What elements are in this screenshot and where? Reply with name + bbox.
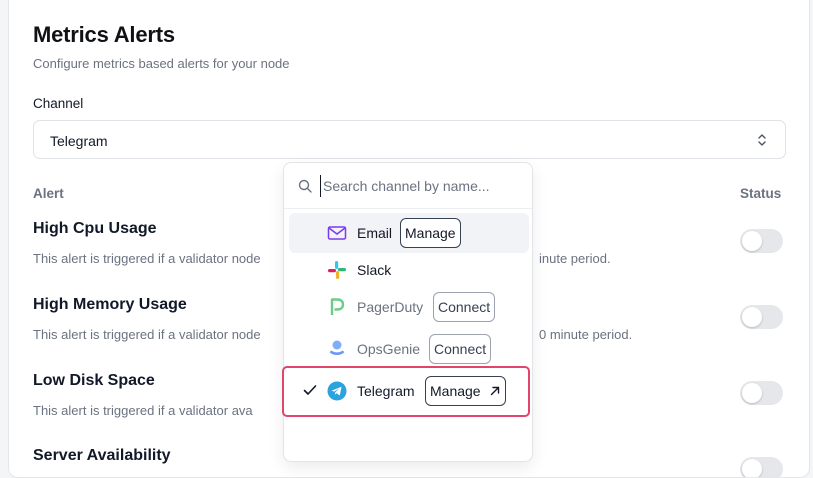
alert-title-availability: Server Availability	[33, 447, 171, 464]
channel-search-input[interactable]	[320, 175, 520, 197]
email-icon	[327, 226, 347, 240]
manage-telegram-label: Manage	[430, 383, 481, 399]
channel-label: Channel	[33, 96, 84, 111]
search-icon	[298, 179, 312, 193]
pagerduty-icon	[330, 298, 345, 315]
column-header-alert: Alert	[33, 186, 64, 201]
connect-opsgenie-button[interactable]: Connect	[429, 334, 492, 364]
alert-title-memory: High Memory Usage	[33, 296, 187, 313]
slack-icon	[328, 261, 346, 279]
manage-email-button[interactable]: Manage	[400, 218, 461, 248]
page-subtitle: Configure metrics based alerts for your …	[33, 56, 290, 71]
manage-telegram-button[interactable]: Manage	[425, 376, 507, 406]
option-label: Email	[357, 225, 393, 241]
connect-pagerduty-button[interactable]: Connect	[433, 292, 496, 322]
toggle-knob	[742, 459, 762, 477]
toggle-cpu[interactable]	[740, 229, 783, 253]
page-title: Metrics Alerts	[33, 22, 175, 47]
option-label: Telegram	[357, 383, 415, 399]
option-email[interactable]: Email Manage	[289, 213, 529, 253]
check-icon	[303, 385, 317, 395]
alert-title-disk: Low Disk Space	[33, 372, 155, 389]
toggle-disk[interactable]	[740, 381, 783, 405]
channel-dropdown: Email Manage Slack PagerDuty Connect Ops…	[283, 162, 533, 462]
column-header-status: Status	[740, 186, 782, 201]
option-pagerduty[interactable]: PagerDuty Connect	[289, 287, 529, 327]
opsgenie-icon	[329, 340, 345, 355]
alert-desc-cpu: This alert is triggered if a validator n…	[33, 251, 261, 266]
alert-desc-cpu-tail: inute period.	[539, 251, 611, 266]
alert-desc-disk: This alert is triggered if a validator a…	[33, 403, 253, 418]
option-opsgenie[interactable]: OpsGenie Connect	[289, 329, 529, 369]
alert-title-cpu: High Cpu Usage	[33, 220, 157, 237]
toggle-availability[interactable]	[740, 457, 783, 477]
toggle-knob	[742, 307, 762, 327]
option-label: PagerDuty	[357, 299, 424, 315]
option-label: OpsGenie	[357, 341, 421, 357]
toggle-memory[interactable]	[740, 305, 783, 329]
chevron-up-down-icon	[758, 134, 766, 146]
alert-desc-memory-tail: 0 minute period.	[539, 327, 633, 342]
telegram-icon	[327, 381, 347, 401]
external-link-icon	[491, 386, 500, 396]
option-slack[interactable]: Slack	[289, 250, 529, 290]
channel-select[interactable]: Telegram	[33, 120, 786, 159]
channel-search-row	[284, 163, 532, 209]
option-label: Slack	[357, 262, 392, 278]
toggle-knob	[742, 231, 762, 251]
alert-desc-memory: This alert is triggered if a validator n…	[33, 327, 261, 342]
option-telegram[interactable]: Telegram Manage	[289, 371, 529, 411]
channel-select-value: Telegram	[50, 133, 108, 149]
toggle-knob	[742, 383, 762, 403]
